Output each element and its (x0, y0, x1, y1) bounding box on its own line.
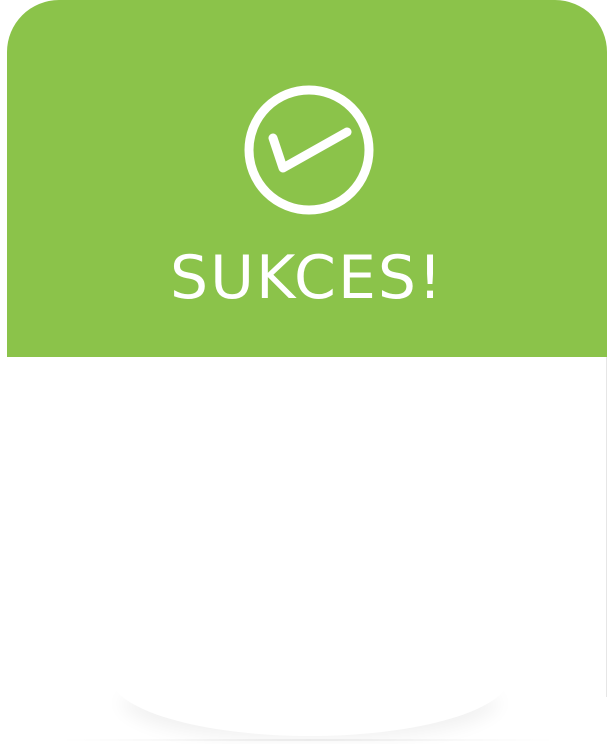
success-title: SUKCES! (169, 243, 444, 313)
success-dialog: SUKCES! (7, 0, 607, 736)
check-circle-icon (244, 85, 374, 215)
card-right-edge (606, 357, 607, 697)
success-header: SUKCES! (7, 0, 607, 357)
card-bottom-line (58, 739, 558, 741)
